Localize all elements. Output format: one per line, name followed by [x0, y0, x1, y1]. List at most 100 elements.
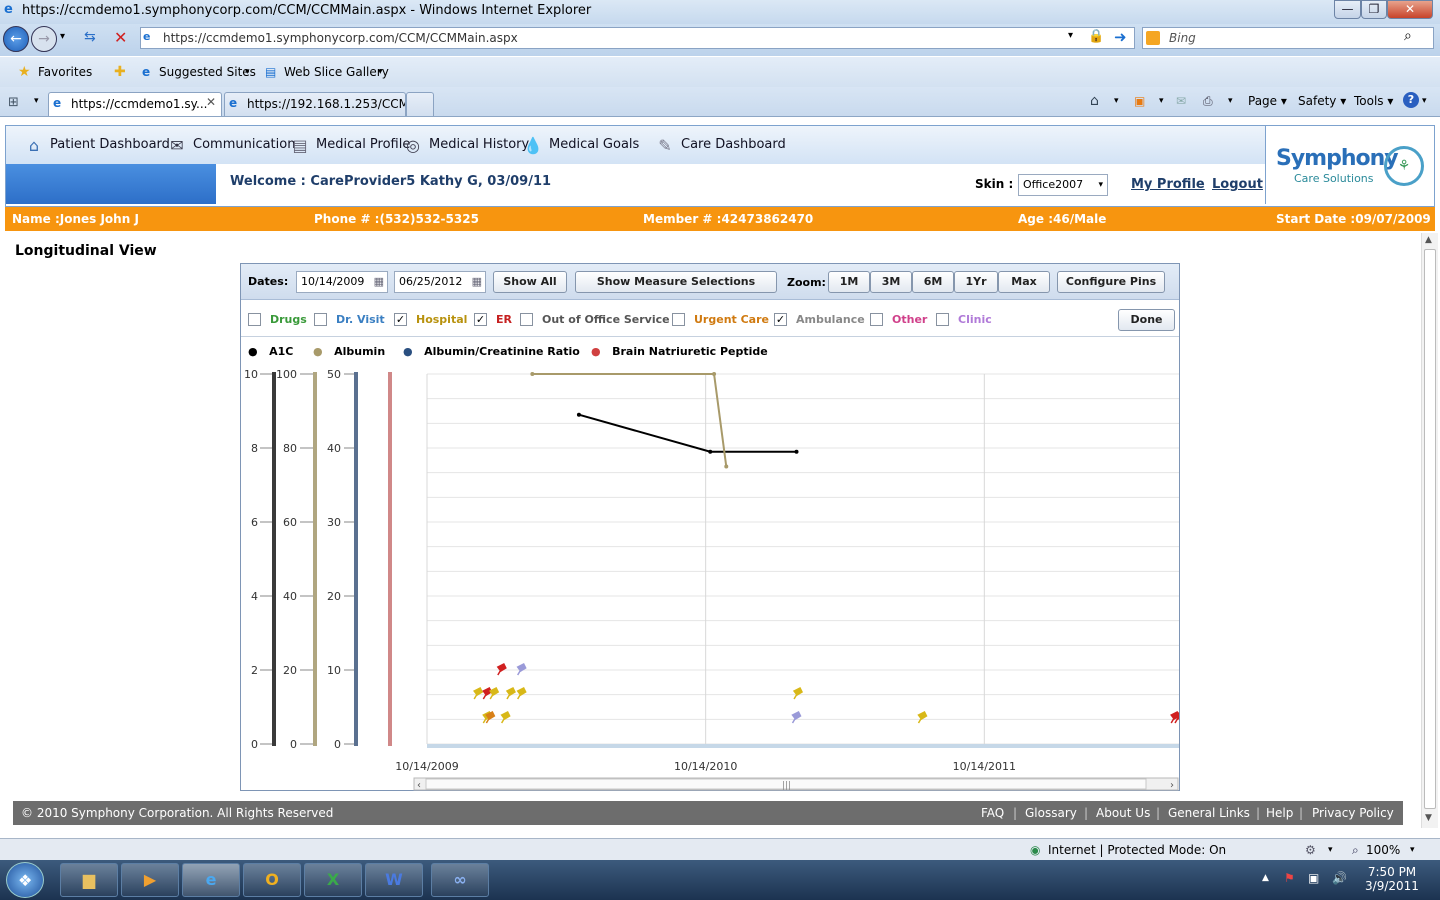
web-slice-gallery-link[interactable]: Web Slice Gallery	[284, 57, 389, 87]
zoom-3m-button[interactable]: 3M	[870, 271, 912, 293]
filter-label[interactable]: Dr. Visit	[336, 313, 385, 327]
protected-mode-icon[interactable]: ⚙	[1305, 839, 1316, 861]
filter-checkbox-er[interactable]: ✓	[474, 313, 487, 326]
back-button[interactable]: ←	[3, 26, 29, 52]
filter-checkbox-clinic[interactable]	[936, 313, 949, 326]
nav-medical-history[interactable]: ◎ Medical History	[401, 134, 529, 156]
tab-list-chevron-icon[interactable]: ▾	[34, 96, 39, 106]
scroll-up-icon[interactable]: ▲	[1425, 235, 1432, 245]
filter-label[interactable]: Ambulance	[796, 313, 865, 327]
print-icon[interactable]: ⎙	[1203, 92, 1213, 110]
suggested-sites-link[interactable]: Suggested Sites	[159, 57, 256, 87]
zoom-6m-button[interactable]: 6M	[912, 271, 954, 293]
show-hidden-icons[interactable]: ▲	[1262, 873, 1269, 883]
scroll-down-icon[interactable]: ▼	[1425, 813, 1432, 823]
zoom-1yr-button[interactable]: 1Yr	[954, 271, 998, 293]
start-button[interactable]: ❖	[6, 862, 44, 898]
filter-checkbox-drugs[interactable]	[248, 313, 261, 326]
address-dropdown-icon[interactable]: ▾	[1068, 30, 1073, 41]
filter-label[interactable]: Other	[892, 313, 927, 327]
new-tab-button[interactable]	[406, 92, 434, 116]
search-icon[interactable]: ⌕	[1404, 28, 1412, 44]
filter-checkbox-ambulance[interactable]: ✓	[774, 313, 787, 326]
calendar-icon[interactable]: ▦	[472, 272, 482, 292]
chevron-down-icon[interactable]: ▾	[378, 57, 383, 87]
home-command-icon[interactable]: ⌂	[1090, 92, 1099, 110]
excel-taskbar-icon[interactable]: X	[304, 863, 362, 897]
date-from-input[interactable]: 10/14/2009 ▦	[296, 271, 388, 293]
network-icon[interactable]: ▣	[1308, 871, 1319, 885]
lock-icon[interactable]: 🔒	[1088, 29, 1104, 44]
chevron-down-icon[interactable]: ▾	[1422, 92, 1427, 110]
nav-care-dashboard[interactable]: ✎ Care Dashboard	[653, 134, 785, 156]
safety-menu[interactable]: Safety ▾	[1298, 92, 1346, 110]
configure-pins-button[interactable]: Configure Pins	[1057, 271, 1165, 293]
footer-link-privacy[interactable]: Privacy Policy	[1312, 801, 1394, 825]
nav-patient-dashboard[interactable]: ⌂ Patient Dashboard	[22, 134, 170, 156]
explorer-taskbar-icon[interactable]: ▆	[60, 863, 118, 897]
filter-checkbox-urgent-care[interactable]	[672, 313, 685, 326]
close-button[interactable]: ✕	[1387, 0, 1433, 19]
filter-label[interactable]: Hospital	[416, 313, 467, 327]
page-menu[interactable]: Page ▾	[1248, 92, 1287, 110]
show-all-button[interactable]: Show All	[493, 271, 567, 293]
chevron-down-icon[interactable]: ▾	[245, 57, 250, 87]
logout-link[interactable]: Logout	[1212, 177, 1263, 192]
footer-link-help[interactable]: Help	[1266, 801, 1293, 825]
filter-label[interactable]: Urgent Care	[694, 313, 769, 327]
tab-active[interactable]: https://ccmdemo1.sy...	[48, 92, 222, 116]
help-icon[interactable]: ?	[1403, 92, 1419, 108]
close-tab-icon[interactable]: ✕	[206, 95, 216, 109]
go-icon[interactable]: ➜	[1114, 28, 1127, 46]
feeds-icon[interactable]: ▣	[1134, 92, 1145, 110]
zoom-1m-button[interactable]: 1M	[828, 271, 870, 293]
history-dropdown-icon[interactable]: ▾	[60, 31, 65, 42]
nav-medical-profile[interactable]: ▤ Medical Profile	[288, 134, 410, 156]
show-measure-selections-button[interactable]: Show Measure Selections	[575, 271, 777, 293]
address-bar[interactable]: https://ccmdemo1.symphonycorp.com/CCM/CC…	[140, 27, 1135, 49]
filter-label[interactable]: Out of Office Service	[542, 313, 670, 327]
word-taskbar-icon[interactable]: W	[365, 863, 423, 897]
action-center-icon[interactable]: ⚑	[1284, 871, 1295, 885]
nav-communication[interactable]: ✉ Communication	[165, 134, 295, 156]
filter-label[interactable]: Clinic	[958, 313, 992, 327]
filter-checkbox-out-of-office-service[interactable]	[520, 313, 533, 326]
refresh-icon[interactable]: ⇆	[84, 29, 96, 45]
minimize-button[interactable]: —	[1334, 0, 1361, 19]
security-zone[interactable]: Internet | Protected Mode: On	[1048, 839, 1226, 861]
add-favorite-icon[interactable]: ✚	[114, 57, 126, 87]
maximize-button[interactable]: ❐	[1361, 0, 1387, 19]
tools-menu[interactable]: Tools ▾	[1354, 92, 1393, 110]
nav-medical-goals[interactable]: 💧 Medical Goals	[521, 134, 639, 156]
filter-checkbox-dr-visit[interactable]	[314, 313, 327, 326]
scroll-thumb[interactable]	[1424, 249, 1436, 809]
filter-label[interactable]: Drugs	[270, 313, 307, 327]
filter-label[interactable]: ER	[496, 313, 512, 327]
outlook-taskbar-icon[interactable]: O	[243, 863, 301, 897]
filter-checkbox-other[interactable]	[870, 313, 883, 326]
chevron-down-icon[interactable]: ▾	[1114, 92, 1119, 110]
zoom-max-button[interactable]: Max	[998, 271, 1050, 293]
chevron-down-icon[interactable]: ▾	[1328, 839, 1333, 861]
footer-link-general[interactable]: General Links	[1168, 801, 1250, 825]
app-taskbar-icon[interactable]: ∞	[431, 863, 489, 897]
my-profile-link[interactable]: My Profile	[1131, 177, 1205, 192]
tab-inactive[interactable]: https://192.168.1.253/CCM...	[224, 92, 406, 116]
done-button[interactable]: Done	[1118, 309, 1175, 331]
favorites-button[interactable]: Favorites	[38, 57, 92, 87]
volume-icon[interactable]: 🔊	[1332, 871, 1347, 885]
footer-link-about[interactable]: About Us	[1096, 801, 1150, 825]
footer-link-glossary[interactable]: Glossary	[1025, 801, 1077, 825]
clock[interactable]: 7:50 PM 3/9/2011	[1364, 865, 1420, 893]
date-to-input[interactable]: 06/25/2012 ▦	[394, 271, 486, 293]
chevron-down-icon[interactable]: ▾	[1228, 92, 1233, 110]
mail-icon[interactable]: ✉	[1176, 92, 1186, 110]
forward-button[interactable]: →	[31, 26, 57, 52]
page-scrollbar[interactable]: ▲ ▼	[1421, 233, 1438, 828]
footer-link-faq[interactable]: FAQ	[981, 801, 1004, 825]
skin-select[interactable]: Office2007 ▾	[1018, 174, 1108, 196]
search-input[interactable]: Bing	[1142, 27, 1434, 49]
media-player-taskbar-icon[interactable]: ▶	[121, 863, 179, 897]
chevron-down-icon[interactable]: ▾	[1159, 92, 1164, 110]
ie-taskbar-icon[interactable]: e	[182, 863, 240, 897]
